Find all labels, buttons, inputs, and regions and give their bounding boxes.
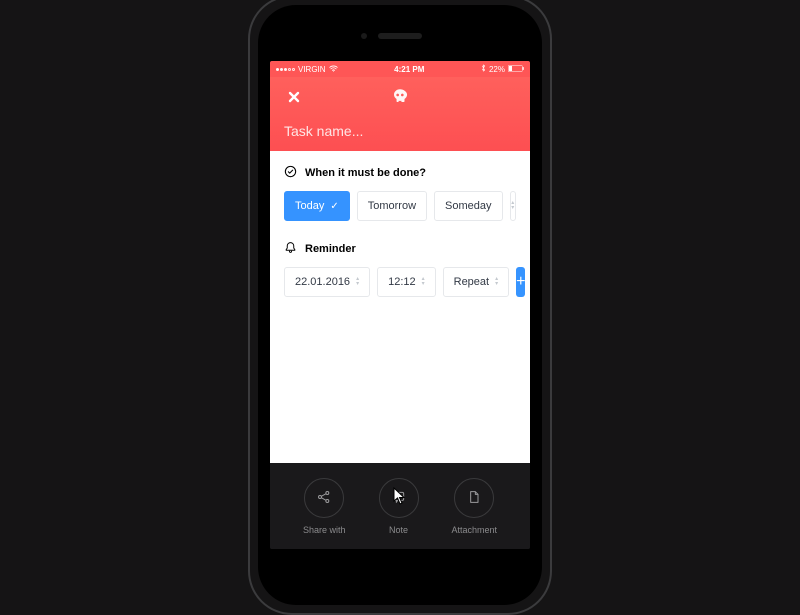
- share-label: Share with: [303, 525, 346, 535]
- attachment-icon: [466, 489, 482, 507]
- reminder-repeat-picker[interactable]: Repeat ▴▾: [443, 267, 510, 297]
- checkmark-icon: ✓: [330, 201, 338, 212]
- carrier-label: VIRGIN: [298, 65, 326, 74]
- when-today-button[interactable]: Today ✓: [284, 191, 350, 221]
- app-header: Task name...: [270, 77, 530, 151]
- when-options: Today ✓ Tomorrow Someday ▴▾: [284, 191, 516, 221]
- when-today-label: Today: [295, 200, 324, 212]
- bell-icon: [284, 241, 297, 257]
- content-area: When it must be done? Today ✓ Tomorrow S…: [270, 151, 530, 463]
- reminder-time-picker[interactable]: 12:12 ▴▾: [377, 267, 436, 297]
- reminder-date-picker[interactable]: 22.01.2016 ▴▾: [284, 267, 370, 297]
- close-button[interactable]: [284, 87, 304, 107]
- bluetooth-icon: [481, 64, 486, 74]
- clock-label: 4:21 PM: [394, 65, 424, 74]
- when-someday-button[interactable]: Someday: [434, 191, 502, 221]
- task-name-input[interactable]: Task name...: [284, 123, 516, 139]
- share-icon: [316, 489, 332, 507]
- wifi-icon: [329, 65, 338, 74]
- skull-logo-icon: [390, 86, 410, 106]
- when-label: When it must be done?: [305, 167, 426, 179]
- reminder-section: Reminder: [284, 241, 516, 257]
- up-down-icon: ▴▾: [422, 277, 425, 287]
- phone-camera: [361, 33, 367, 39]
- footer-bar: Share with Note At: [270, 463, 530, 549]
- reminder-row: 22.01.2016 ▴▾ 12:12 ▴▾ Repeat ▴▾ +: [284, 267, 516, 297]
- note-button[interactable]: Note: [379, 478, 419, 535]
- note-icon: [391, 489, 407, 507]
- reminder-date-value: 22.01.2016: [295, 276, 350, 288]
- reminder-add-button[interactable]: +: [516, 267, 525, 297]
- when-someday-label: Someday: [445, 200, 491, 212]
- attachment-label: Attachment: [451, 525, 497, 535]
- reminder-label: Reminder: [305, 243, 356, 255]
- when-tomorrow-button[interactable]: Tomorrow: [357, 191, 427, 221]
- up-down-icon: ▴▾: [356, 277, 359, 287]
- phone-speaker: [378, 33, 422, 39]
- attachment-button[interactable]: Attachment: [451, 478, 497, 535]
- when-section: When it must be done?: [284, 165, 516, 181]
- battery-pct-label: 22%: [489, 65, 505, 74]
- signal-dots-icon: [276, 68, 295, 71]
- note-label: Note: [389, 525, 408, 535]
- battery-icon: [508, 65, 524, 74]
- status-bar: VIRGIN 4:21 PM 22%: [270, 61, 530, 77]
- up-down-icon: ▴▾: [511, 201, 514, 211]
- phone-shell: VIRGIN 4:21 PM 22%: [258, 5, 542, 605]
- check-circle-icon: [284, 165, 297, 181]
- phone-frame: VIRGIN 4:21 PM 22%: [248, 0, 552, 615]
- plus-icon: +: [516, 273, 525, 291]
- when-more-button[interactable]: ▴▾: [510, 191, 516, 221]
- app-screen: VIRGIN 4:21 PM 22%: [270, 61, 530, 549]
- share-with-button[interactable]: Share with: [303, 478, 346, 535]
- when-tomorrow-label: Tomorrow: [368, 200, 416, 212]
- up-down-icon: ▴▾: [495, 277, 498, 287]
- reminder-time-value: 12:12: [388, 276, 416, 288]
- reminder-repeat-value: Repeat: [454, 276, 489, 288]
